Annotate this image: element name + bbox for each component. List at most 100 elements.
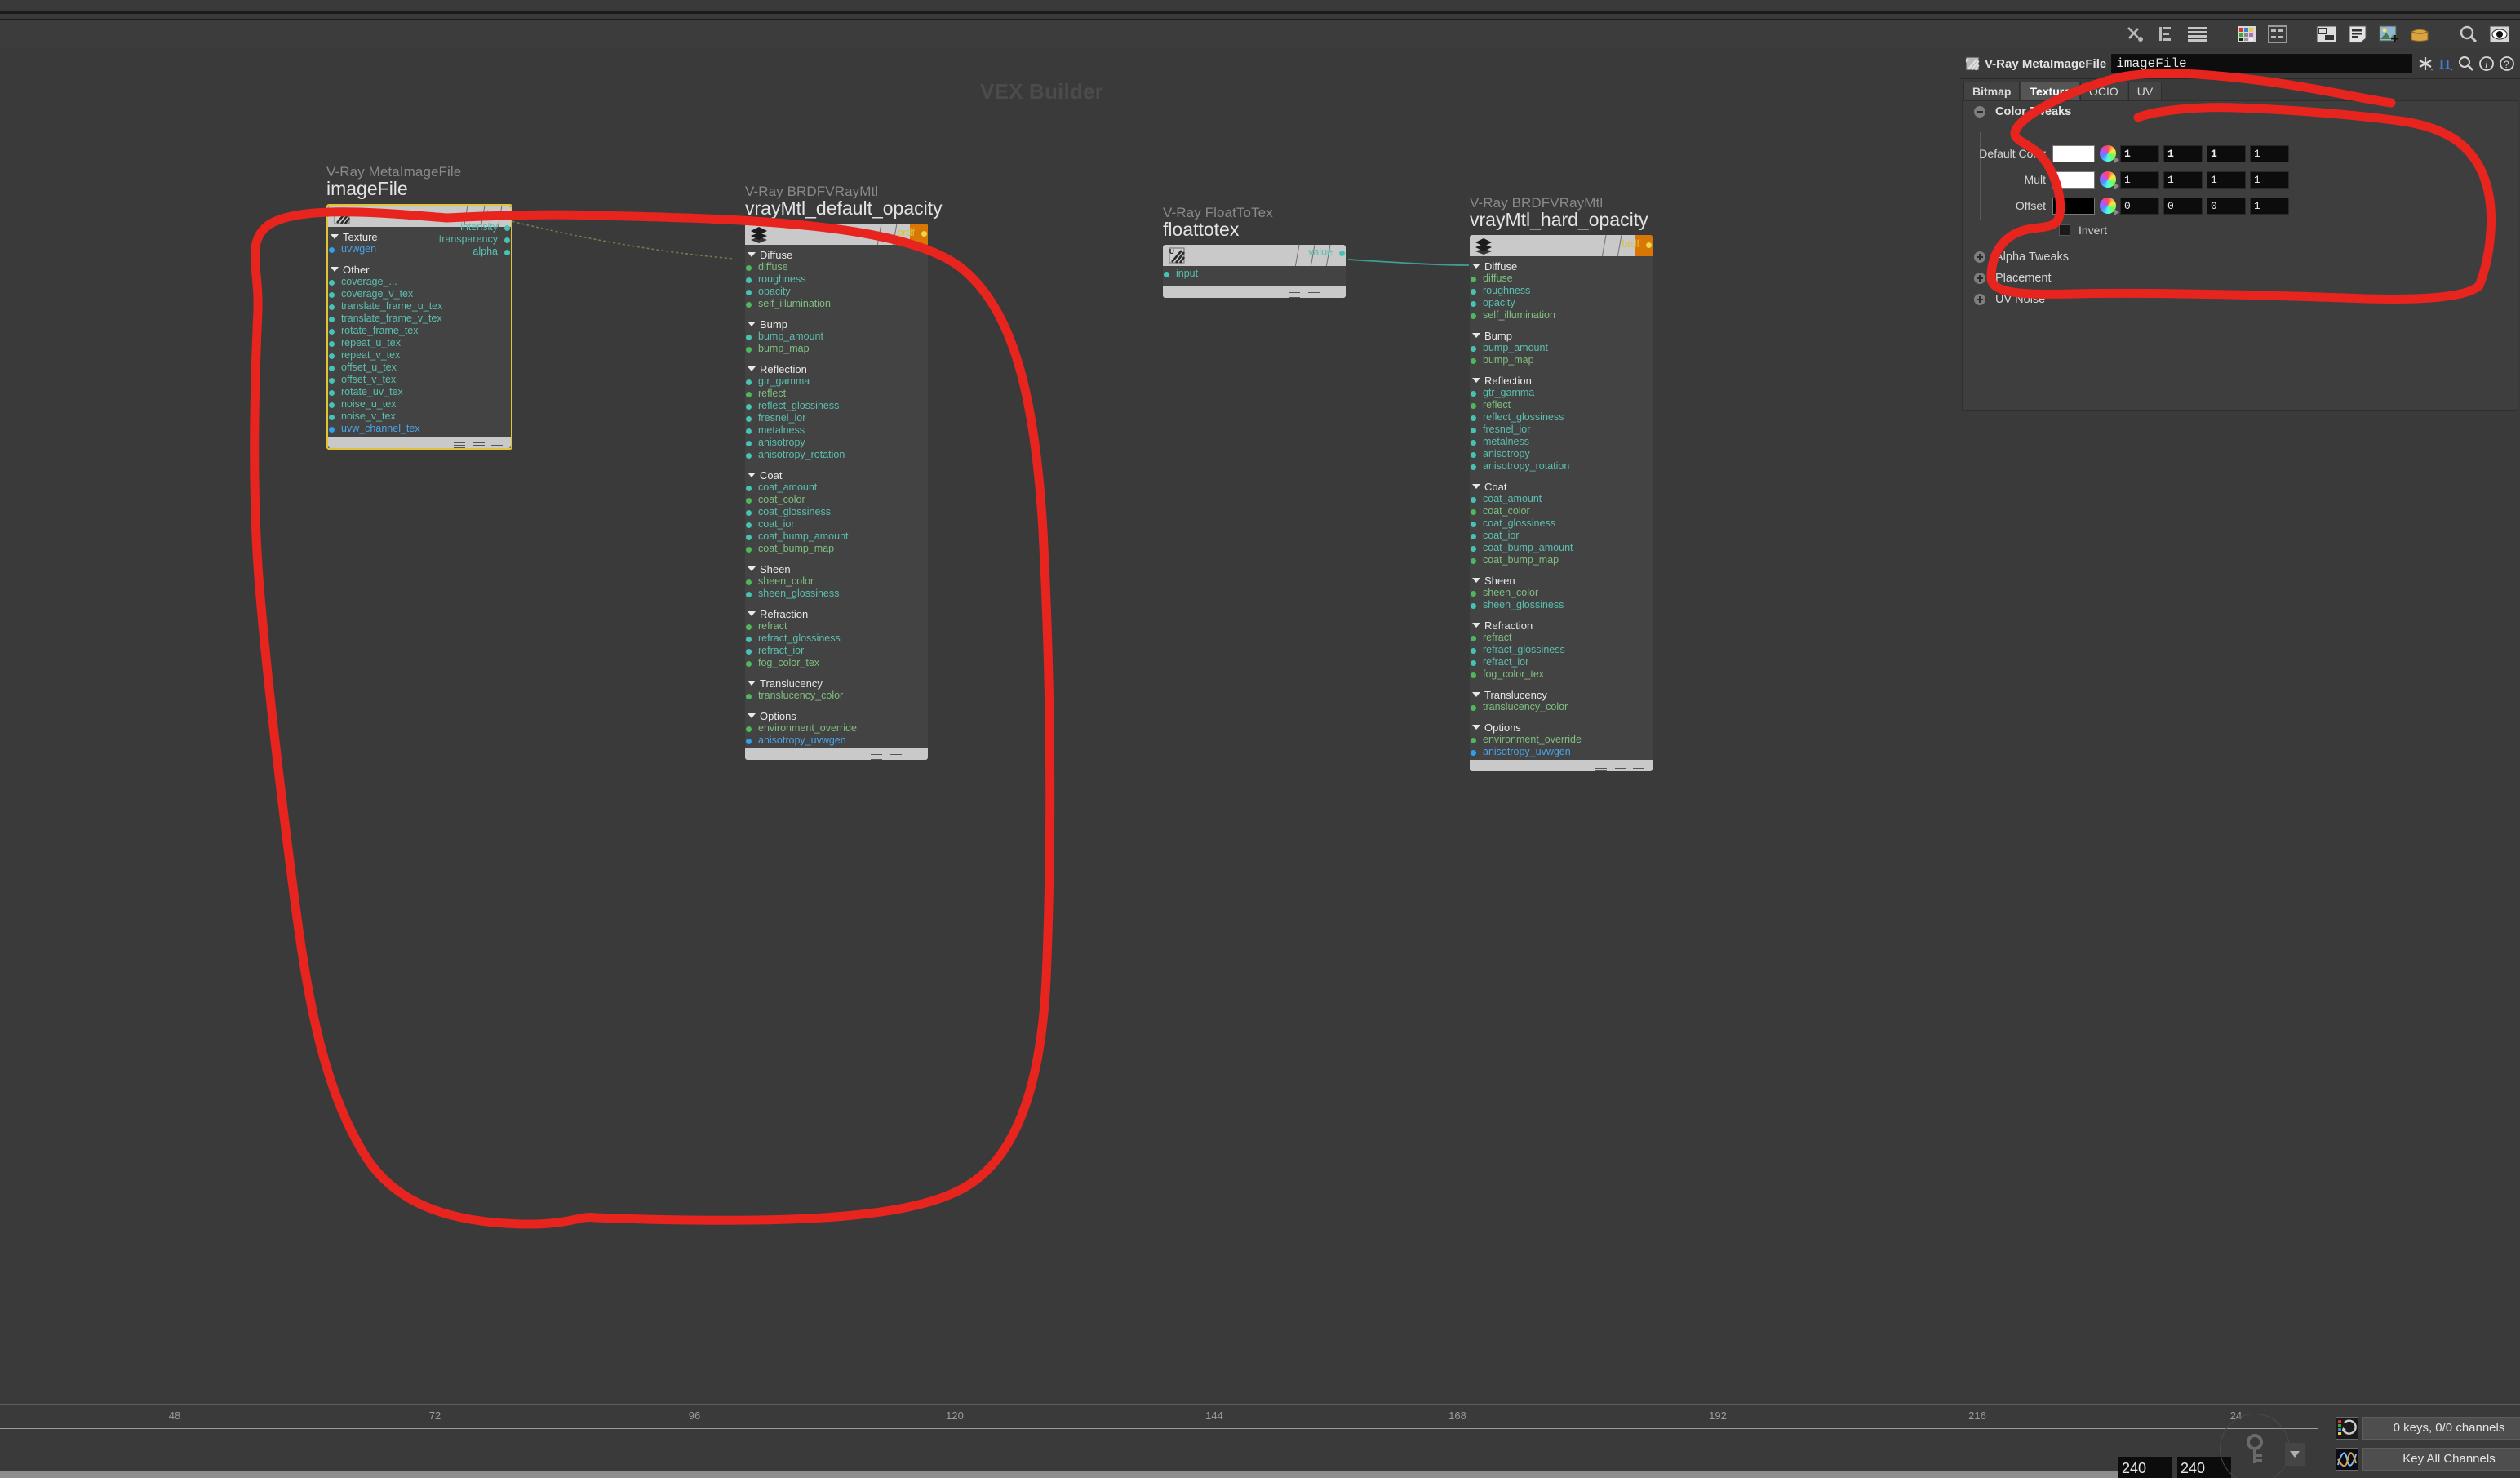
- node-input-coat-glossiness[interactable]: coat_glossiness: [1470, 517, 1653, 530]
- param-group-header[interactable]: Sheen: [1470, 574, 1653, 587]
- channel-list-icon[interactable]: [2336, 1417, 2358, 1440]
- node-output-transparency[interactable]: transparency: [439, 233, 511, 246]
- node-input-anisotropy-uvwgen[interactable]: anisotropy_uvwgen: [745, 735, 928, 747]
- collapse-icon[interactable]: [1974, 106, 1985, 118]
- node-input-input[interactable]: input: [1163, 268, 1346, 280]
- node-input-reflect-glossiness[interactable]: reflect_glossiness: [745, 400, 928, 412]
- node-input-coverage-u[interactable]: coverage_...: [328, 276, 511, 288]
- default-color-a-field[interactable]: 1: [2250, 144, 2289, 162]
- channel-status-field[interactable]: 0 keys, 0/0 channels: [2362, 1417, 2520, 1440]
- node-output-alpha[interactable]: alpha: [439, 246, 511, 258]
- search-icon[interactable]: [2457, 55, 2475, 73]
- param-group-header[interactable]: Bump: [1470, 329, 1653, 342]
- node-input-opacity[interactable]: opacity: [1470, 297, 1653, 309]
- node-input-repeat-u[interactable]: repeat_u_tex: [328, 337, 511, 349]
- node-input-refract-glossiness[interactable]: refract_glossiness: [1470, 644, 1653, 656]
- folder-uv-noise[interactable]: UV Noise: [1963, 289, 2045, 310]
- node-footer[interactable]: [328, 437, 511, 448]
- node-input-gtr-gamma[interactable]: gtr_gamma: [745, 375, 928, 388]
- node-input-uvw-channel[interactable]: uvw_channel_tex: [328, 423, 511, 435]
- node-input-coat-ior[interactable]: coat_ior: [1470, 530, 1653, 542]
- node-input-noise-v[interactable]: noise_v_tex: [328, 411, 511, 423]
- timeline[interactable]: 48 72 96 120 144 168 192 216 24 240 240: [0, 1404, 2520, 1478]
- node-input-roughness[interactable]: roughness: [745, 273, 928, 286]
- timeline-scrollbar[interactable]: [0, 1471, 2122, 1478]
- param-group-header[interactable]: Other: [328, 263, 511, 276]
- node-input-rotate-uv[interactable]: rotate_uv_tex: [328, 386, 511, 398]
- node-input-bump-amount[interactable]: bump_amount: [745, 331, 928, 343]
- node-input-self-illumination[interactable]: self_illumination: [745, 298, 928, 310]
- color-wheel-icon[interactable]: [2100, 171, 2119, 189]
- node-input-coat-bump-amount[interactable]: coat_bump_amount: [745, 530, 928, 543]
- node-input-bump-map[interactable]: bump_map: [745, 343, 928, 355]
- node-input-noise-u[interactable]: noise_u_tex: [328, 398, 511, 411]
- node-output-value[interactable]: value: [1308, 246, 1346, 259]
- node-input-roughness[interactable]: roughness: [1470, 285, 1653, 297]
- offset-a-field[interactable]: 1: [2250, 197, 2289, 215]
- param-group-header[interactable]: Diffuse: [1470, 260, 1653, 273]
- node-input-refract-ior[interactable]: refract_ior: [745, 645, 928, 657]
- color-swatch-mult[interactable]: [2052, 171, 2095, 189]
- offset-b-field[interactable]: 0: [2207, 197, 2246, 215]
- node-body[interactable]: U input value: [1163, 245, 1346, 298]
- node-input-reflect[interactable]: reflect: [745, 388, 928, 400]
- node-input-environment-override[interactable]: environment_override: [745, 722, 928, 735]
- color-wheel-icon[interactable]: [2100, 198, 2119, 215]
- expand-icon[interactable]: [1974, 273, 1985, 284]
- node-footer[interactable]: [745, 748, 928, 760]
- node-input-fresnel-ior[interactable]: fresnel_ior: [745, 412, 928, 424]
- expand-icon[interactable]: [1974, 251, 1985, 263]
- node-input-refract-ior[interactable]: refract_ior: [1470, 656, 1653, 668]
- node-input-sheen-glossiness[interactable]: sheen_glossiness: [745, 588, 928, 600]
- node-input-refract[interactable]: refract: [745, 620, 928, 632]
- node-input-diffuse[interactable]: diffuse: [1470, 273, 1653, 285]
- node-floattotex[interactable]: V-Ray FloatToTex floattotex U input valu…: [1163, 205, 1346, 298]
- node-input-translate-frame-u[interactable]: translate_frame_u_tex: [328, 300, 511, 313]
- param-group-header[interactable]: Refraction: [1470, 619, 1653, 632]
- key-options-dropdown[interactable]: [2285, 1443, 2305, 1466]
- animation-curve-icon[interactable]: [2336, 1448, 2358, 1471]
- node-input-anisotropy[interactable]: anisotropy: [1470, 448, 1653, 460]
- color-swatch-default-color[interactable]: [2052, 144, 2095, 162]
- node-footer[interactable]: [1163, 286, 1346, 298]
- tab-bitmap[interactable]: Bitmap: [1963, 82, 2021, 101]
- timeline-ruler[interactable]: [0, 1428, 2318, 1429]
- mult-r-field[interactable]: 1: [2120, 171, 2159, 189]
- param-group-header[interactable]: Coat: [745, 468, 928, 482]
- current-frame-field[interactable]: 240: [2118, 1457, 2172, 1478]
- param-group-header[interactable]: Translucency: [1470, 688, 1653, 701]
- expand-icon[interactable]: [1974, 294, 1985, 305]
- package-icon[interactable]: [2407, 24, 2432, 45]
- node-footer[interactable]: [1470, 760, 1653, 771]
- param-group-header[interactable]: Options: [745, 709, 928, 722]
- mult-g-field[interactable]: 1: [2163, 171, 2203, 189]
- node-input-refract[interactable]: refract: [1470, 632, 1653, 644]
- node-input-translucency-color[interactable]: translucency_color: [745, 690, 928, 702]
- node-input-sheen-color[interactable]: sheen_color: [1470, 587, 1653, 599]
- node-input-diffuse[interactable]: diffuse: [745, 261, 928, 273]
- node-input-self-illumination[interactable]: self_illumination: [1470, 309, 1653, 322]
- mult-a-field[interactable]: 1: [2250, 171, 2289, 189]
- node-input-fresnel-ior[interactable]: fresnel_ior: [1470, 424, 1653, 436]
- param-group-header[interactable]: Translucency: [745, 677, 928, 690]
- node-input-coat-color[interactable]: coat_color: [1470, 505, 1653, 517]
- node-input-reflect-glossiness[interactable]: reflect_glossiness: [1470, 411, 1653, 424]
- node-input-offset-u[interactable]: offset_u_tex: [328, 362, 511, 374]
- node-input-coat-amount[interactable]: coat_amount: [745, 482, 928, 494]
- node-imageFile[interactable]: V-Ray MetaImageFile imageFile F Texture …: [326, 164, 512, 450]
- param-group-header[interactable]: Refraction: [745, 607, 928, 620]
- network-editor[interactable]: VEX Builder V-Ray MetaImageFile imageFil…: [0, 48, 1991, 1404]
- node-input-translucency-color[interactable]: translucency_color: [1470, 701, 1653, 713]
- default-color-b-field[interactable]: 1: [2207, 144, 2246, 162]
- houdini-h-icon[interactable]: H: [2437, 55, 2455, 73]
- panel-layout-icon[interactable]: [2314, 24, 2339, 45]
- tab-uv[interactable]: UV: [2127, 82, 2163, 101]
- node-input-bump-map[interactable]: bump_map: [1470, 354, 1653, 366]
- node-input-sheen-glossiness[interactable]: sheen_glossiness: [1470, 599, 1653, 611]
- key-mode-field[interactable]: Key All Channels: [2362, 1448, 2520, 1471]
- node-input-coat-color[interactable]: coat_color: [745, 494, 928, 506]
- param-group-header[interactable]: Reflection: [1470, 374, 1653, 387]
- node-input-anisotropy[interactable]: anisotropy: [745, 437, 928, 449]
- set-key-button[interactable]: [2220, 1414, 2290, 1478]
- color-wheel-icon[interactable]: [2100, 145, 2119, 163]
